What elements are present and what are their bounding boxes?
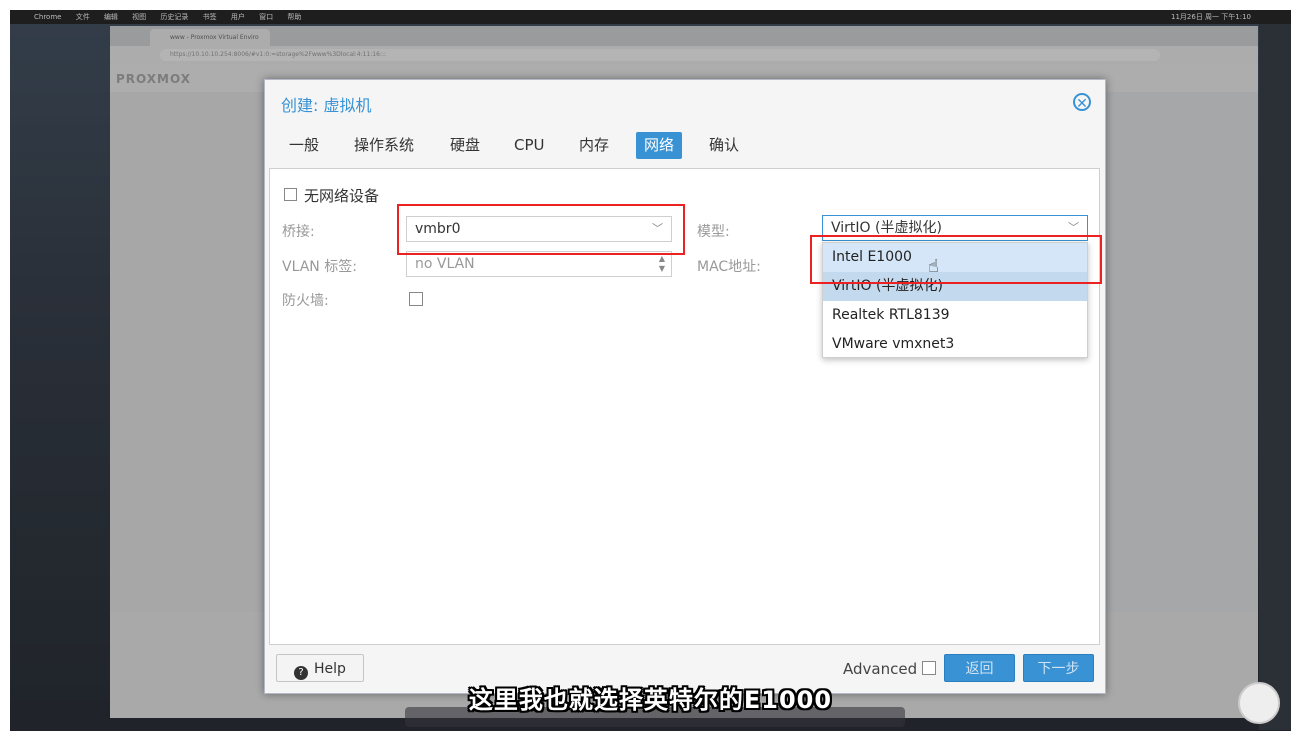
menu-edit[interactable]: 编辑 bbox=[104, 13, 118, 21]
advanced-checkbox[interactable] bbox=[922, 661, 936, 675]
annotation-box-model bbox=[810, 235, 1102, 284]
tab-os[interactable]: 操作系统 bbox=[346, 132, 422, 159]
model-value: VirtIO (半虚拟化) bbox=[831, 220, 942, 236]
menu-users[interactable]: 用户 bbox=[231, 13, 245, 21]
bridge-label: 桥接: bbox=[282, 224, 315, 240]
help-label: Help bbox=[314, 661, 346, 677]
menu-window[interactable]: 窗口 bbox=[259, 13, 273, 21]
advanced-label: Advanced bbox=[843, 660, 918, 678]
option-vmware[interactable]: VMware vmxnet3 bbox=[823, 330, 1087, 359]
channel-logo bbox=[1238, 682, 1280, 724]
menu-file[interactable]: 文件 bbox=[76, 13, 90, 21]
menu-help[interactable]: 帮助 bbox=[287, 13, 301, 21]
video-subtitle: 这里我也就选择英特尔的E1000 bbox=[468, 686, 833, 714]
tab-cpu[interactable]: CPU bbox=[506, 132, 553, 159]
tab-disk[interactable]: 硬盘 bbox=[442, 132, 488, 159]
firewall-checkbox[interactable] bbox=[409, 292, 423, 306]
question-icon: ? bbox=[294, 666, 309, 680]
mac-label: MAC地址: bbox=[697, 259, 761, 275]
spinner-icon[interactable]: ▲ ▼ bbox=[659, 254, 665, 274]
menu-history[interactable]: 历史记录 bbox=[160, 13, 188, 21]
no-network-checkbox[interactable] bbox=[284, 188, 297, 201]
close-icon[interactable]: ✕ bbox=[1073, 93, 1091, 112]
no-network-label: 无网络设备 bbox=[304, 187, 380, 205]
firewall-label: 防火墙: bbox=[282, 293, 329, 309]
tab-confirm[interactable]: 确认 bbox=[701, 132, 747, 159]
option-realtek[interactable]: Realtek RTL8139 bbox=[823, 301, 1087, 330]
create-vm-dialog: 创建: 虚拟机 ✕ 一般 操作系统 硬盘 CPU 内存 网络 确认 ? Help … bbox=[264, 79, 1106, 694]
menu-view[interactable]: 视图 bbox=[132, 13, 146, 21]
vlan-label: VLAN 标签: bbox=[282, 259, 357, 275]
tab-general[interactable]: 一般 bbox=[281, 132, 327, 159]
model-label: 模型: bbox=[697, 224, 730, 240]
menubar-clock: 11月26日 周一 下午1:10 bbox=[1171, 13, 1251, 21]
help-button[interactable]: ? Help bbox=[276, 654, 364, 682]
next-button[interactable]: 下一步 bbox=[1023, 654, 1094, 682]
vlan-placeholder: no VLAN bbox=[415, 256, 475, 272]
menu-chrome[interactable]: Chrome bbox=[34, 13, 61, 21]
dialog-title: 创建: 虚拟机 bbox=[281, 96, 372, 115]
mac-menubar: Chrome 文件 编辑 视图 历史记录 书签 用户 窗口 帮助 11月26日 … bbox=[10, 10, 1291, 24]
menu-bookmarks[interactable]: 书签 bbox=[203, 13, 217, 21]
tab-network[interactable]: 网络 bbox=[636, 132, 683, 159]
tab-memory[interactable]: 内存 bbox=[571, 132, 617, 159]
annotation-box-bridge bbox=[397, 204, 685, 255]
back-button[interactable]: 返回 bbox=[944, 654, 1015, 682]
